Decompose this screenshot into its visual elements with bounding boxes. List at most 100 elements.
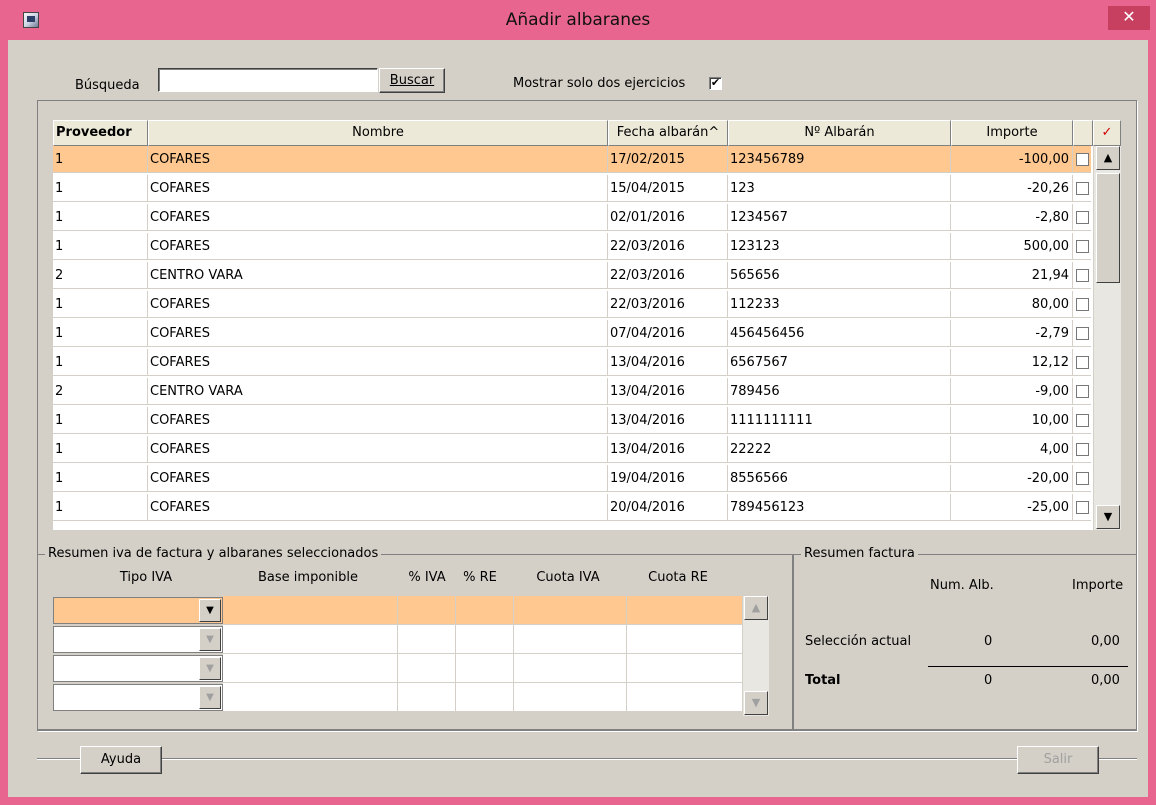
- iva-header-tipo: Tipo IVA: [119, 570, 173, 585]
- iva-scroll-up-icon[interactable]: ▲: [744, 596, 768, 620]
- cell-importe: 80,00: [951, 291, 1073, 318]
- iva-cell[interactable]: [456, 654, 514, 683]
- cell-numero: 8556566: [728, 465, 951, 492]
- row-checkbox[interactable]: [1076, 356, 1089, 369]
- table-row[interactable]: 1 COFARES 20/04/2016 789456123 -25,00: [53, 494, 1091, 521]
- cell-nombre: CENTRO VARA: [148, 262, 608, 289]
- dropdown-arrow-icon[interactable]: ▼: [199, 628, 221, 651]
- iva-cell[interactable]: [514, 596, 627, 625]
- row-checkbox[interactable]: [1076, 153, 1089, 166]
- row-checkbox[interactable]: [1076, 327, 1089, 340]
- iva-cell[interactable]: [514, 625, 627, 654]
- iva-cell[interactable]: [398, 625, 456, 654]
- table-row[interactable]: 1 COFARES 22/03/2016 123123 500,00: [53, 233, 1091, 260]
- iva-scrollbar[interactable]: ▲ ▼: [743, 596, 769, 716]
- row-checkbox[interactable]: [1076, 182, 1089, 195]
- cell-importe: -20,00: [951, 465, 1073, 492]
- table-row[interactable]: 1 COFARES 02/01/2016 1234567 -2,80: [53, 204, 1091, 231]
- cell-fecha: 19/04/2016: [608, 465, 728, 492]
- cell-fecha: 15/04/2015: [608, 175, 728, 202]
- iva-cell[interactable]: [627, 596, 743, 625]
- tipo-iva-select[interactable]: ▼: [53, 626, 223, 653]
- row-checkbox[interactable]: [1076, 269, 1089, 282]
- cell-proveedor: 1: [53, 146, 148, 173]
- mostrar-checkbox[interactable]: ✔: [709, 77, 722, 90]
- total-label: Total: [805, 673, 841, 688]
- iva-cell[interactable]: [223, 654, 398, 683]
- table-row[interactable]: 1 COFARES 19/04/2016 8556566 -20,00: [53, 465, 1091, 492]
- cell-importe: 21,94: [951, 262, 1073, 289]
- close-button[interactable]: ✕: [1108, 6, 1150, 30]
- row-checkbox[interactable]: [1076, 443, 1089, 456]
- cell-fecha: 13/04/2016: [608, 436, 728, 463]
- total-divider: [928, 666, 1128, 667]
- cell-nombre: COFARES: [148, 320, 608, 347]
- iva-header-base: Base imponible: [258, 570, 358, 585]
- tipo-iva-select[interactable]: ▼: [53, 597, 223, 624]
- seleccion-importe: 0,00: [1091, 634, 1120, 649]
- iva-cell[interactable]: [456, 625, 514, 654]
- table-row[interactable]: 1 COFARES 13/04/2016 6567567 12,12: [53, 349, 1091, 376]
- row-checkbox[interactable]: [1076, 414, 1089, 427]
- cell-fecha: 22/03/2016: [608, 291, 728, 318]
- cell-proveedor: 1: [53, 407, 148, 434]
- iva-cell[interactable]: [627, 683, 743, 712]
- iva-cell[interactable]: [223, 625, 398, 654]
- cell-importe: -2,80: [951, 204, 1073, 231]
- row-checkbox[interactable]: [1076, 240, 1089, 253]
- scroll-thumb[interactable]: [1096, 173, 1120, 283]
- iva-scroll-down-icon[interactable]: ▼: [744, 691, 768, 715]
- help-button[interactable]: Ayuda: [80, 746, 162, 774]
- header-proveedor[interactable]: Proveedor: [53, 120, 148, 146]
- iva-cell[interactable]: [456, 683, 514, 712]
- scroll-down-icon[interactable]: ▼: [1096, 505, 1120, 529]
- dropdown-arrow-icon[interactable]: ▼: [199, 686, 221, 709]
- header-nombre[interactable]: Nombre: [148, 120, 608, 146]
- dropdown-arrow-icon[interactable]: ▼: [199, 599, 221, 622]
- scroll-up-icon[interactable]: ▲: [1096, 146, 1120, 170]
- iva-cell[interactable]: [223, 596, 398, 625]
- seleccion-label: Selección actual: [805, 634, 912, 649]
- row-checkbox[interactable]: [1076, 385, 1089, 398]
- iva-cell[interactable]: [398, 596, 456, 625]
- iva-row: ▼: [53, 625, 743, 654]
- tipo-iva-select[interactable]: ▼: [53, 684, 223, 711]
- row-checkbox[interactable]: [1076, 501, 1089, 514]
- select-all-check-icon[interactable]: ✓: [1093, 120, 1121, 146]
- iva-row: ▼: [53, 683, 743, 712]
- iva-cell[interactable]: [398, 683, 456, 712]
- iva-cell[interactable]: [398, 654, 456, 683]
- table-row[interactable]: 1 COFARES 13/04/2016 22222 4,00: [53, 436, 1091, 463]
- header-importe[interactable]: Importe: [951, 120, 1073, 146]
- iva-cell[interactable]: [514, 654, 627, 683]
- header-numero[interactable]: Nº Albarán: [728, 120, 951, 146]
- table-row[interactable]: 2 CENTRO VARA 22/03/2016 565656 21,94: [53, 262, 1091, 289]
- cell-fecha: 22/03/2016: [608, 233, 728, 260]
- iva-cell[interactable]: [514, 683, 627, 712]
- tipo-iva-select[interactable]: ▼: [53, 655, 223, 682]
- dropdown-arrow-icon[interactable]: ▼: [199, 657, 221, 680]
- search-button[interactable]: Buscar: [379, 68, 445, 93]
- table-row[interactable]: 1 COFARES 15/04/2015 123 -20,26: [53, 175, 1091, 202]
- row-checkbox[interactable]: [1076, 211, 1089, 224]
- table-row[interactable]: 2 CENTRO VARA 13/04/2016 789456 -9,00: [53, 378, 1091, 405]
- table-row[interactable]: 1 COFARES 17/02/2015 123456789 -100,00: [53, 146, 1091, 173]
- table-row[interactable]: 1 COFARES 22/03/2016 112233 80,00: [53, 291, 1091, 318]
- iva-cell[interactable]: [627, 625, 743, 654]
- table-row[interactable]: 1 COFARES 07/04/2016 456456456 -2,79: [53, 320, 1091, 347]
- cell-numero: 789456123: [728, 494, 951, 521]
- iva-cell[interactable]: [627, 654, 743, 683]
- row-checkbox[interactable]: [1076, 472, 1089, 485]
- iva-cell[interactable]: [223, 683, 398, 712]
- table-scrollbar[interactable]: ▲ ▼: [1093, 146, 1121, 530]
- cell-importe: 500,00: [951, 233, 1073, 260]
- header-fecha[interactable]: Fecha albarán^: [608, 120, 728, 146]
- table-row[interactable]: 1 COFARES 13/04/2016 1111111111 10,00: [53, 407, 1091, 434]
- exit-button[interactable]: Salir: [1017, 746, 1099, 774]
- cell-numero: 565656: [728, 262, 951, 289]
- search-input[interactable]: [158, 68, 378, 92]
- cell-importe: 12,12: [951, 349, 1073, 376]
- search-label: Búsqueda: [75, 78, 140, 93]
- row-checkbox[interactable]: [1076, 298, 1089, 311]
- iva-cell[interactable]: [456, 596, 514, 625]
